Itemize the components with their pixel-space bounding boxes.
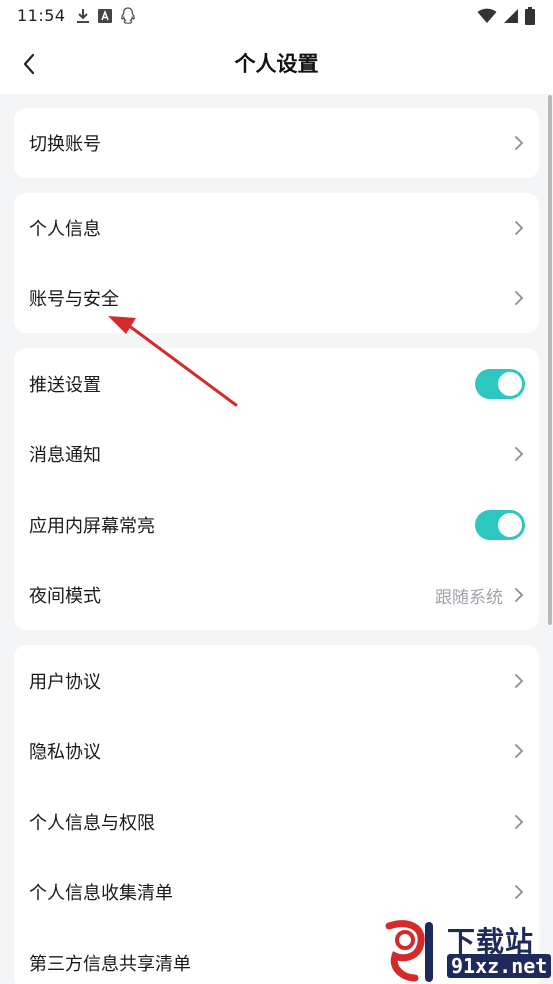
row-message-notification[interactable]: 消息通知	[14, 424, 539, 484]
status-time: 11:54	[17, 6, 66, 25]
row-personal-info[interactable]: 个人信息	[14, 198, 539, 258]
row-switch-account[interactable]: 切换账号	[14, 113, 539, 173]
chevron-right-icon	[515, 447, 524, 461]
status-icons-right	[477, 6, 535, 26]
row-info-collection-list[interactable]: 个人信息收集清单	[14, 862, 539, 922]
row-label: 第三方信息共享清单	[29, 954, 191, 975]
a-box-icon	[98, 9, 112, 23]
row-label: 消息通知	[29, 445, 101, 466]
signal-icon	[504, 9, 518, 23]
chevron-right-icon	[515, 744, 524, 758]
push-settings-toggle[interactable]	[475, 369, 525, 399]
chevron-right-icon	[515, 291, 524, 305]
page-title: 个人设置	[234, 52, 319, 76]
night-mode-value: 跟随系统	[435, 587, 503, 608]
chevron-right-icon	[515, 815, 524, 829]
chevron-right-icon	[515, 136, 524, 150]
watermark-logo: 下载站 91xz.net	[381, 920, 552, 982]
row-account-security[interactable]: 账号与安全	[14, 268, 539, 328]
watermark-domain: 91xz.net	[447, 954, 552, 978]
chevron-right-icon	[515, 221, 524, 235]
battery-icon	[525, 7, 535, 25]
download-icon	[77, 9, 89, 23]
row-info-permissions[interactable]: 个人信息与权限	[14, 792, 539, 852]
row-label: 个人信息	[29, 219, 101, 240]
row-label: 个人信息收集清单	[29, 883, 173, 904]
toggle-knob	[498, 513, 522, 537]
toggle-knob	[498, 372, 522, 396]
row-label: 隐私协议	[29, 742, 101, 763]
scrollbar[interactable]	[548, 95, 552, 625]
screen-always-on-toggle[interactable]	[475, 510, 525, 540]
card-preferences: 推送设置 消息通知 应用内屏幕常亮 夜间模式 跟随系统	[14, 348, 539, 630]
row-label: 个人信息与权限	[29, 813, 155, 834]
row-label: 账号与安全	[29, 289, 119, 310]
row-privacy-agreement[interactable]: 隐私协议	[14, 721, 539, 781]
card-account-switch: 切换账号	[14, 108, 539, 178]
row-label: 切换账号	[29, 134, 101, 155]
qq-icon	[121, 7, 135, 24]
row-label: 应用内屏幕常亮	[29, 516, 155, 537]
row-screen-always-on[interactable]: 应用内屏幕常亮	[14, 495, 539, 555]
card-profile: 个人信息 账号与安全	[14, 193, 539, 333]
status-bar: 11:54	[0, 0, 553, 34]
chevron-right-icon	[515, 588, 524, 602]
row-label: 用户协议	[29, 672, 101, 693]
row-label: 夜间模式	[29, 586, 101, 607]
row-night-mode[interactable]: 夜间模式 跟随系统	[14, 565, 539, 625]
row-user-agreement[interactable]: 用户协议	[14, 651, 539, 711]
wifi-icon	[477, 8, 497, 23]
row-push-settings[interactable]: 推送设置	[14, 354, 539, 414]
row-label: 推送设置	[29, 375, 101, 396]
chevron-right-icon	[515, 674, 524, 688]
chevron-right-icon	[515, 885, 524, 899]
header: 个人设置	[0, 34, 553, 94]
status-icons-left	[76, 6, 136, 26]
watermark-91-logo-icon	[385, 920, 433, 982]
